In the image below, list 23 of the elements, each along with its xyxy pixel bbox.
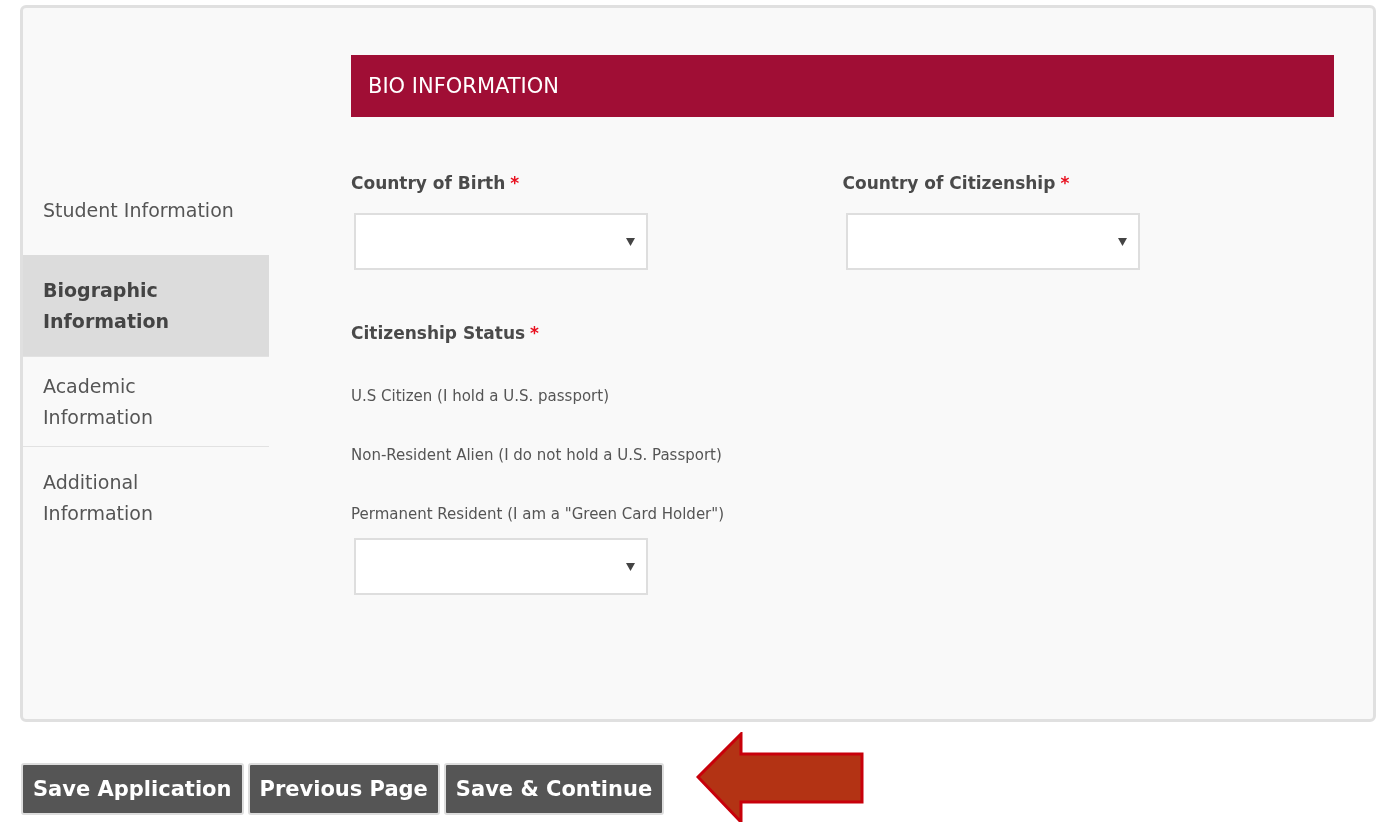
dropdown-field[interactable] <box>354 213 648 270</box>
section-header: BIO INFORMATION <box>351 55 1334 117</box>
action-button[interactable]: Save Application <box>21 763 244 815</box>
field-label: Country of Birth <box>351 173 506 193</box>
action-button[interactable]: Save & Continue <box>443 763 665 815</box>
status-option: Non-Resident Alien (I do not hold a U.S. Passport) <box>351 446 1334 464</box>
sidebar-item[interactable]: Student Information <box>23 165 269 255</box>
sidebar-item[interactable]: Biographic Information <box>23 255 269 357</box>
field-label: Country of Citizenship <box>842 173 1056 193</box>
sidebar-item[interactable]: Additional Information <box>23 447 269 537</box>
caret-icon <box>626 563 635 571</box>
dropdown-field[interactable] <box>845 213 1140 270</box>
status-option: Permanent Resident (I am a "Green Card Holder") <box>351 505 1334 523</box>
dropdown-field[interactable] <box>354 538 648 595</box>
required-mark: * <box>1060 173 1070 193</box>
caret-icon <box>626 238 635 246</box>
field-label: Citizenship Status <box>351 323 526 343</box>
caret-icon <box>1117 238 1127 246</box>
required-mark: * <box>510 173 520 193</box>
action-button[interactable]: Previous Page <box>247 763 440 815</box>
sidebar-item[interactable]: Academic Information <box>23 357 269 447</box>
status-option: U.S Citizen (I hold a U.S. passport) <box>351 387 1334 405</box>
required-mark: * <box>530 323 539 343</box>
